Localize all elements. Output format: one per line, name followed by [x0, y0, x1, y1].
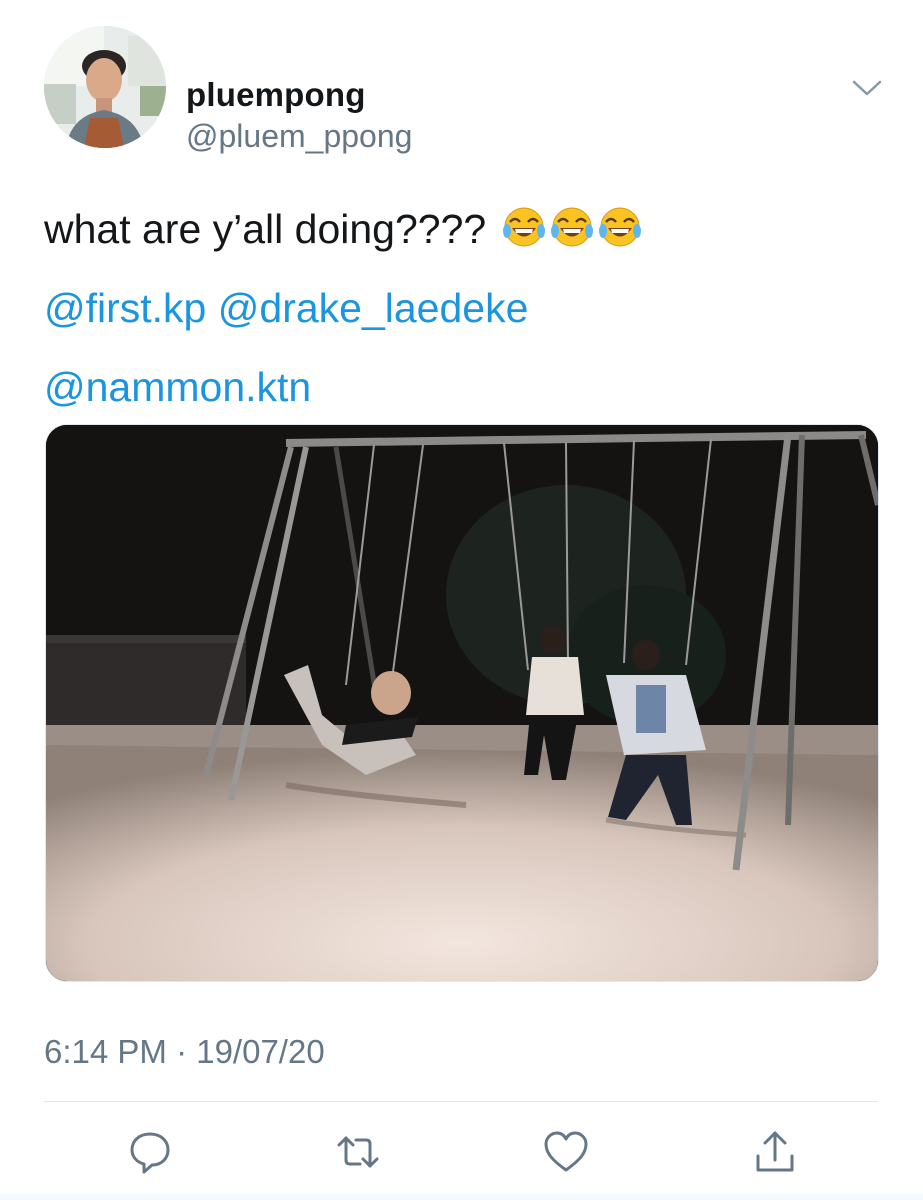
chevron-down-icon[interactable] [850, 76, 884, 100]
tweet-header: pluempong @pluem_ppong [44, 26, 884, 155]
mention-link[interactable]: @nammon.ktn [44, 364, 311, 410]
reply-icon[interactable] [126, 1128, 174, 1176]
share-icon[interactable] [751, 1128, 799, 1176]
mention-link[interactable]: @drake_laedeke [218, 285, 529, 331]
face-with-tears-of-joy-icon [502, 196, 546, 247]
tweet-text: what are y’all doing???? [44, 206, 487, 252]
mentions-line: @first.kp @drake_laedeke [44, 269, 884, 348]
user-handle[interactable]: @pluem_ppong [186, 118, 412, 155]
tweet-timestamp[interactable]: 6:14 PM · 19/07/20 [44, 1033, 325, 1071]
mention-link[interactable]: @first.kp [44, 285, 206, 331]
tweet-body: what are y’all doing???? @first.kp @drak… [44, 190, 884, 427]
divider [44, 1101, 878, 1102]
tweet-actions [0, 1120, 923, 1180]
retweet-icon[interactable] [334, 1128, 382, 1176]
tweet-text-line: what are y’all doing???? [44, 190, 884, 269]
display-name[interactable]: pluempong [186, 76, 366, 114]
avatar[interactable] [44, 26, 166, 148]
bottom-bar [0, 1194, 923, 1200]
mentions-line: @nammon.ktn [44, 348, 884, 427]
face-with-tears-of-joy-icon [598, 196, 642, 247]
heart-icon[interactable] [542, 1128, 590, 1176]
tweet-photo[interactable] [45, 424, 879, 982]
face-with-tears-of-joy-icon [550, 196, 594, 247]
